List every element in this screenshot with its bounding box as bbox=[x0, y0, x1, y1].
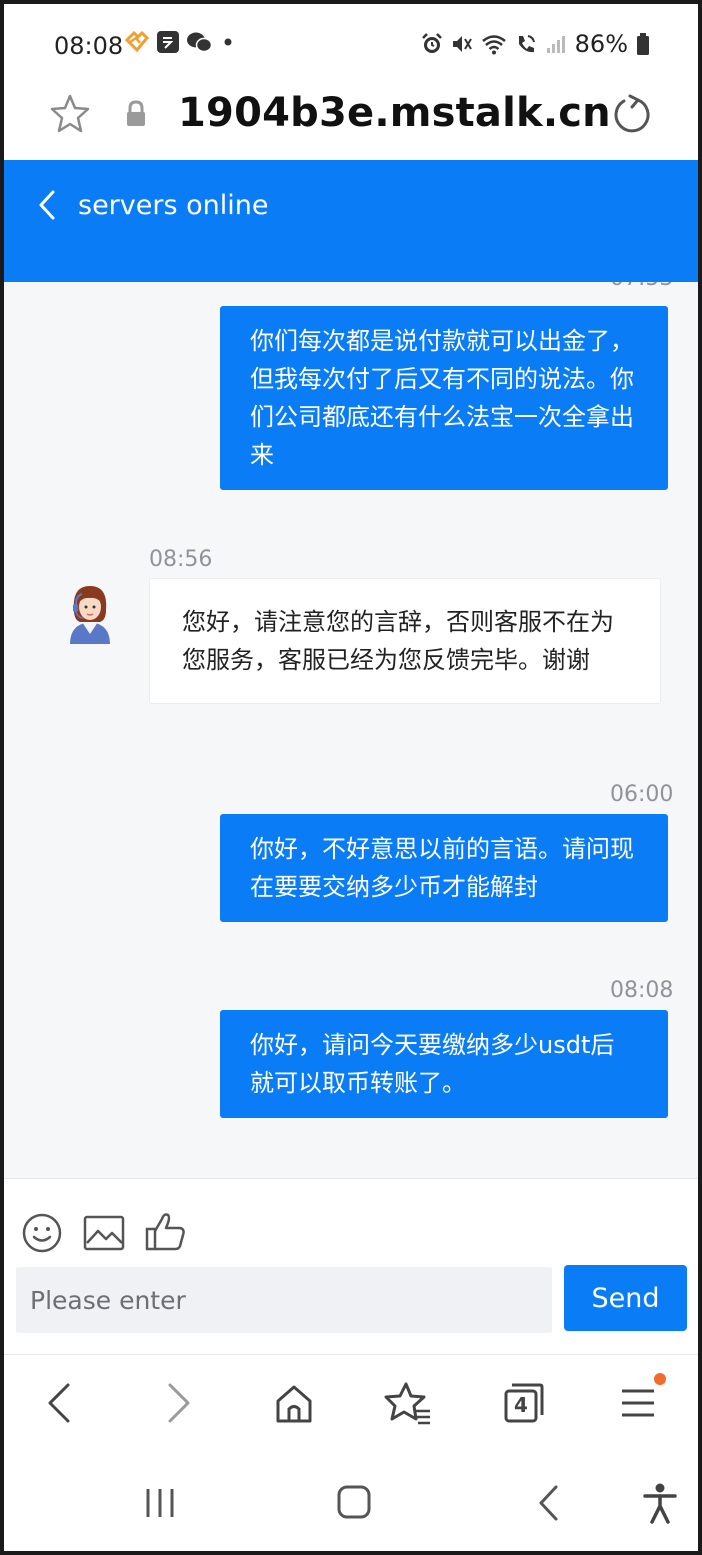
home-button-icon[interactable] bbox=[336, 1484, 372, 1520]
tabs-button[interactable]: 4 bbox=[500, 1379, 548, 1427]
bookmark-star-icon[interactable] bbox=[48, 92, 92, 136]
reload-icon[interactable] bbox=[610, 92, 654, 136]
message-timestamp: 06:00 bbox=[610, 782, 674, 807]
mute-icon bbox=[452, 36, 472, 52]
browser-back-icon[interactable] bbox=[36, 1379, 84, 1427]
browser-url-bar: 1904b3e.mstalk.cn bbox=[4, 86, 698, 160]
signal-icon bbox=[546, 36, 565, 53]
wechat-icon bbox=[187, 32, 212, 53]
battery-icon bbox=[637, 33, 649, 55]
notification-icons bbox=[124, 30, 234, 54]
heart-app-icon bbox=[124, 30, 150, 53]
status-time: 08:08 bbox=[54, 32, 124, 60]
chat-messages[interactable]: 07:53 你们每次都是说付款就可以出金了，但我每次付了后又有不同的说法。你们公… bbox=[4, 282, 698, 1178]
app-notification-icon bbox=[157, 31, 179, 53]
wifi-call-icon bbox=[518, 35, 535, 53]
wifi-icon bbox=[481, 35, 506, 55]
hamburger-menu-icon bbox=[622, 1389, 654, 1417]
agent-avatar bbox=[56, 578, 124, 646]
accessibility-icon[interactable] bbox=[642, 1482, 678, 1524]
alarm-icon bbox=[421, 33, 442, 53]
browser-bottom-nav: 4 bbox=[4, 1354, 698, 1453]
message-timestamp: 07:53 bbox=[610, 282, 673, 291]
bookmarks-star-icon[interactable] bbox=[384, 1379, 432, 1427]
status-bar: 08:08 86% bbox=[4, 4, 698, 86]
system-back-icon[interactable] bbox=[534, 1484, 564, 1522]
message-timestamp: 08:08 bbox=[610, 978, 674, 1003]
status-right: 86% bbox=[421, 30, 650, 58]
thumbs-up-icon[interactable] bbox=[144, 1209, 188, 1253]
menu-button[interactable] bbox=[616, 1373, 666, 1427]
home-icon[interactable] bbox=[270, 1379, 318, 1427]
recent-apps-icon[interactable] bbox=[142, 1486, 178, 1520]
image-icon[interactable] bbox=[82, 1211, 126, 1255]
dot-icon bbox=[224, 38, 232, 46]
message-input[interactable] bbox=[16, 1267, 552, 1333]
incoming-message: 您好，请注意您的言辞，否则客服不在为您服务，客服已经为您反馈完毕。谢谢 bbox=[149, 578, 661, 704]
lock-icon bbox=[127, 100, 145, 126]
url-text[interactable]: 1904b3e.mstalk.cn bbox=[178, 90, 611, 136]
message-composer: Send bbox=[4, 1178, 698, 1355]
chat-header: servers online bbox=[4, 160, 698, 282]
outgoing-message: 你们每次都是说付款就可以出金了，但我每次付了后又有不同的说法。你们公司都底还有什… bbox=[220, 306, 668, 490]
send-button[interactable]: Send bbox=[564, 1265, 687, 1331]
chat-title: servers online bbox=[78, 190, 269, 221]
back-chevron-icon[interactable] bbox=[34, 188, 62, 222]
notification-dot bbox=[654, 1373, 666, 1385]
emoji-icon[interactable] bbox=[20, 1211, 64, 1255]
outgoing-message: 你好，不好意思以前的言语。请问现在要要交纳多少币才能解封 bbox=[220, 814, 668, 922]
agent-avatar-icon bbox=[70, 586, 110, 644]
system-nav-bar bbox=[4, 1452, 698, 1551]
outgoing-message: 你好，请问今天要缴纳多少usdt后就可以取币转账了。 bbox=[220, 1010, 668, 1118]
tabs-count: 4 bbox=[514, 1393, 528, 1417]
message-timestamp: 08:56 bbox=[149, 547, 213, 572]
browser-forward-icon[interactable] bbox=[154, 1379, 202, 1427]
battery-percent: 86% bbox=[574, 30, 628, 58]
phone-screen: 08:08 86% 1904b3e.mstalk.cn servers onli… bbox=[4, 4, 698, 1551]
